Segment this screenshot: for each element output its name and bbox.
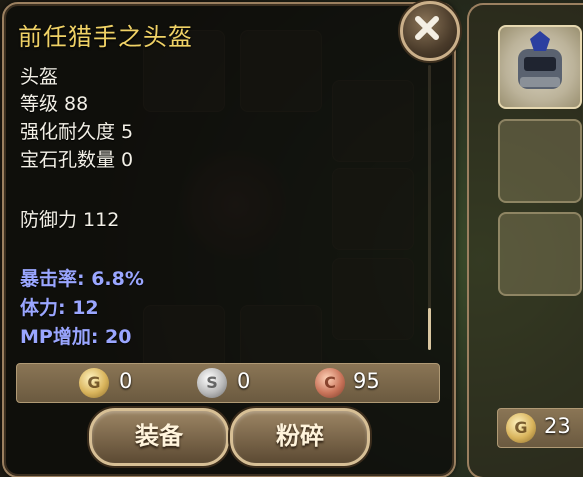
bonus-crit-rate: 暴击率: 6.8%: [20, 268, 144, 290]
copper-coin-icon: C: [315, 368, 345, 398]
bonus-stamina: 体力: 12: [20, 297, 99, 319]
silver-coin-icon: S: [197, 368, 227, 398]
item-durability: 强化耐久度 5: [20, 121, 134, 143]
equip-button[interactable]: 装备: [89, 408, 229, 466]
smash-button[interactable]: 粉碎: [230, 408, 370, 466]
side-gold-display: G 23: [497, 408, 583, 448]
item-type: 头盔: [20, 66, 59, 88]
price-copper: 95: [353, 369, 380, 393]
gold-coin-icon: G: [506, 413, 536, 443]
price-gold: 0: [119, 369, 133, 393]
price-silver: 0: [237, 369, 251, 393]
game-scene: G 23 前任猎手之头盔 头盔 等级 88 强化耐久度 5 宝石孔数量 0 防御…: [0, 0, 583, 477]
item-level: 等级 88: [20, 93, 89, 115]
sell-price-bar: G 0 S 0 C 95: [16, 363, 440, 403]
bonus-mp: MP增加: 20: [20, 326, 132, 348]
smash-button-label: 粉碎: [276, 422, 324, 450]
gold-coin-icon: G: [79, 368, 109, 398]
close-button[interactable]: [400, 1, 460, 61]
item-defense: 防御力 112: [20, 209, 120, 231]
equip-button-label: 装备: [135, 422, 183, 450]
side-gold-amount: 23: [544, 414, 571, 438]
side-slot-empty[interactable]: [498, 119, 582, 203]
scrollbar-thumb[interactable]: [428, 308, 431, 350]
item-tooltip-panel: [2, 2, 456, 477]
side-slot-helmet[interactable]: [498, 25, 582, 109]
close-icon: [415, 16, 439, 40]
item-sockets: 宝石孔数量 0: [20, 149, 134, 171]
helmet-icon: [518, 31, 562, 89]
side-slot-empty[interactable]: [498, 212, 582, 296]
item-title: 前任猎手之头盔: [18, 23, 193, 51]
